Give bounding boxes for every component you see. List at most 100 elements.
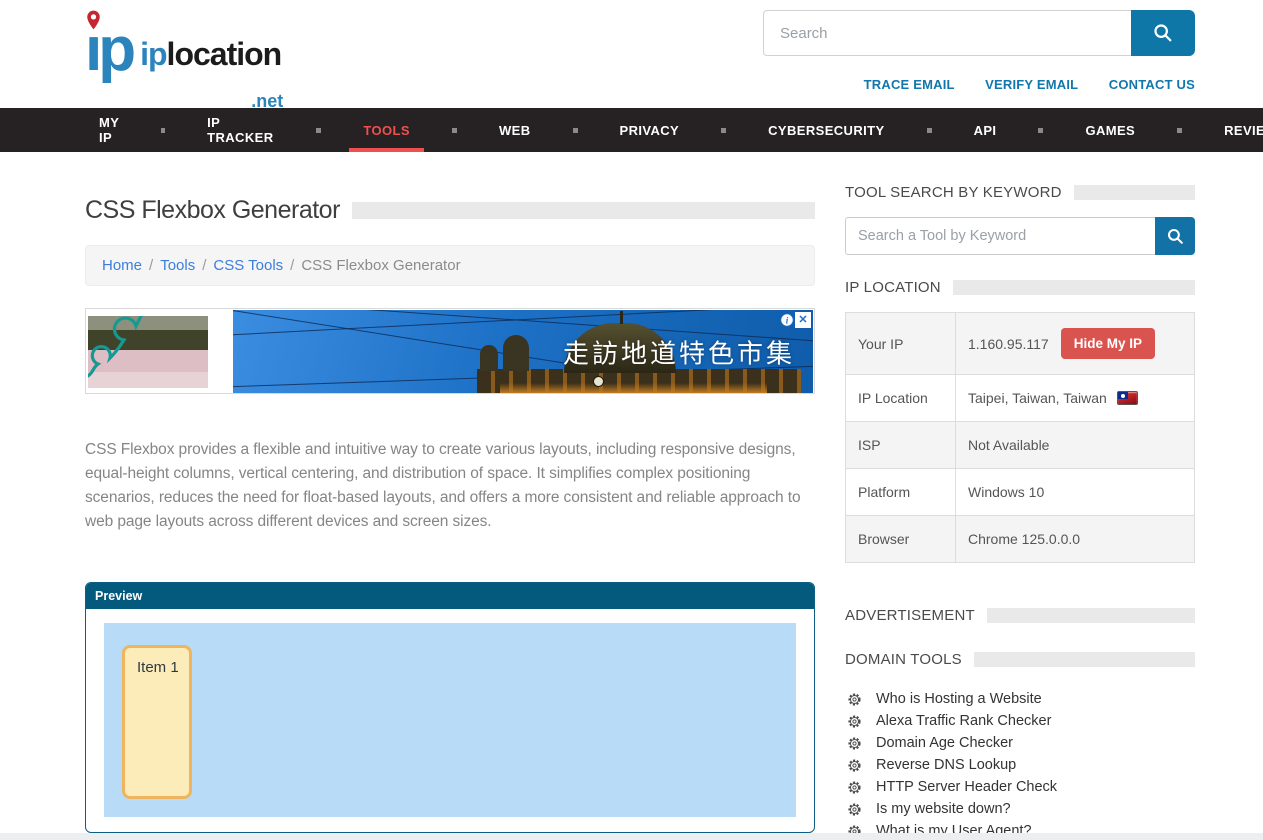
list-item: What is my User Agent? — [845, 820, 1195, 833]
page: ıp iplocation .net — [0, 0, 1263, 833]
nav-item: MY IP — [85, 108, 133, 152]
ad-main-image: 走訪地道特色市集 i ✕ — [233, 310, 813, 393]
gear-icon — [847, 714, 862, 729]
gear-icon — [847, 692, 862, 707]
breadcrumb-tools[interactable]: Tools — [160, 257, 195, 274]
ad-headline: 走訪地道特色市集 — [563, 333, 795, 370]
nav-reviews[interactable]: REVIEWS — [1210, 108, 1263, 152]
flex-item-demo: Item 1 — [122, 645, 192, 799]
nav-item: API — [899, 108, 1011, 152]
sidebar: TOOL SEARCH BY KEYWORD IP LOCATION Your … — [845, 184, 1195, 833]
flex-container-demo: Item 1 — [104, 623, 796, 817]
breadcrumb-css-tools[interactable]: CSS Tools — [213, 257, 283, 274]
domain-tool-link[interactable]: Reverse DNS Lookup — [876, 757, 1016, 773]
nav-cybersecurity[interactable]: CYBERSECURITY — [754, 108, 898, 152]
hide-my-ip-button[interactable]: Hide My IP — [1061, 328, 1155, 359]
logo-ip-mark: ıp — [85, 10, 132, 94]
nav-item: WEB — [424, 108, 545, 152]
gear-icon — [847, 758, 862, 773]
domain-tool-link[interactable]: Alexa Traffic Rank Checker — [876, 713, 1051, 729]
list-item: Reverse DNS Lookup — [845, 754, 1195, 776]
page-title: CSS Flexbox Generator — [85, 196, 815, 225]
ad-building-clock — [593, 376, 604, 387]
breadcrumb-current: CSS Flexbox Generator — [301, 257, 460, 274]
domain-tools-list: Who is Hosting a Website Alexa Traffic R… — [845, 688, 1195, 833]
search-icon — [1152, 22, 1174, 44]
domain-tools-heading: DOMAIN TOOLS — [845, 651, 1195, 668]
nav-api[interactable]: API — [960, 108, 1011, 152]
domain-tool-link[interactable]: Domain Age Checker — [876, 735, 1013, 751]
contact-us-link[interactable]: CONTACT US — [1109, 77, 1195, 92]
list-item: Is my website down? — [845, 798, 1195, 820]
nav-games[interactable]: GAMES — [1071, 108, 1149, 152]
main-navigation: MY IP IP TRACKER TOOLS WEB PRIVACY CYBER… — [0, 108, 1263, 152]
ad-building-turret — [503, 335, 529, 371]
nav-item: CYBERSECURITY — [693, 108, 898, 152]
list-item: Who is Hosting a Website — [845, 688, 1195, 710]
nav-web[interactable]: WEB — [485, 108, 545, 152]
ad-banner[interactable]: 走訪地道特色市集 i ✕ — [85, 308, 815, 394]
site-search-input[interactable] — [763, 10, 1131, 56]
nav-item: IP TRACKER — [133, 108, 288, 152]
tool-search-heading: TOOL SEARCH BY KEYWORD — [845, 184, 1195, 201]
nav-item: GAMES — [1010, 108, 1149, 152]
nav-item: REVIEWS — [1149, 108, 1263, 152]
platform-value: Windows 10 — [956, 469, 1195, 516]
gear-icon — [847, 802, 862, 817]
nav-item: TOOLS — [288, 108, 424, 152]
breadcrumb: Home/Tools/CSS Tools/CSS Flexbox Generat… — [85, 245, 815, 286]
header-utility-links: TRACE EMAIL VERIFY EMAIL CONTACT US — [763, 76, 1195, 94]
nav-tools[interactable]: TOOLS — [349, 108, 424, 152]
breadcrumb-home[interactable]: Home — [102, 257, 142, 274]
domain-tool-link[interactable]: Who is Hosting a Website — [876, 691, 1042, 707]
list-item: Domain Age Checker — [845, 732, 1195, 754]
main-column: CSS Flexbox Generator Home/Tools/CSS Too… — [85, 184, 815, 833]
site-header: ıp iplocation .net — [0, 0, 1263, 108]
gear-icon — [847, 736, 862, 751]
tool-description: CSS Flexbox provides a flexible and intu… — [85, 438, 815, 534]
flexbox-preview-panel: Preview Item 1 — [85, 582, 815, 833]
site-search — [763, 10, 1195, 56]
nav-ip-tracker[interactable]: IP TRACKER — [193, 108, 288, 152]
site-search-button[interactable] — [1131, 10, 1195, 56]
table-row: Your IP 1.160.95.117 Hide My IP — [846, 313, 1195, 375]
list-item: Alexa Traffic Rank Checker — [845, 710, 1195, 732]
preview-panel-body: Item 1 — [86, 609, 814, 832]
verify-email-link[interactable]: VERIFY EMAIL — [985, 77, 1078, 92]
nav-item: PRIVACY — [545, 108, 694, 152]
domain-tool-link[interactable]: What is my User Agent? — [876, 823, 1032, 833]
your-ip-value: 1.160.95.117 — [968, 336, 1049, 352]
nav-my-ip[interactable]: MY IP — [85, 108, 133, 152]
location-pin-icon — [86, 10, 101, 30]
ip-location-heading: IP LOCATION — [845, 279, 1195, 296]
tool-search — [845, 217, 1195, 255]
taiwan-flag-icon — [1117, 391, 1138, 405]
browser-value: Chrome 125.0.0.0 — [956, 516, 1195, 563]
gear-icon — [847, 824, 862, 834]
list-item: HTTP Server Header Check — [845, 776, 1195, 798]
ad-close-icon[interactable]: ✕ — [795, 312, 811, 328]
gear-icon — [847, 780, 862, 795]
isp-value: Not Available — [956, 422, 1195, 469]
title-decoration-bar — [352, 202, 815, 219]
trace-email-link[interactable]: TRACE EMAIL — [864, 77, 955, 92]
search-icon — [1166, 227, 1185, 246]
table-row: IP Location Taipei, Taiwan, Taiwan — [846, 375, 1195, 422]
ip-location-value: Taipei, Taiwan, Taiwan — [968, 390, 1107, 406]
tool-search-input[interactable] — [845, 217, 1155, 255]
ad-left-image — [88, 316, 208, 388]
ad-info-icon[interactable]: i — [780, 313, 793, 326]
nav-privacy[interactable]: PRIVACY — [606, 108, 694, 152]
table-row: ISP Not Available — [846, 422, 1195, 469]
domain-tool-link[interactable]: Is my website down? — [876, 801, 1011, 817]
table-row: Platform Windows 10 — [846, 469, 1195, 516]
ad-building-turret — [480, 345, 498, 371]
preview-panel-header: Preview — [86, 583, 814, 609]
domain-tool-link[interactable]: HTTP Server Header Check — [876, 779, 1057, 795]
site-logo[interactable]: ıp iplocation .net — [85, 10, 281, 94]
table-row: Browser Chrome 125.0.0.0 — [846, 516, 1195, 563]
tool-search-button[interactable] — [1155, 217, 1195, 255]
advertisement-heading: ADVERTISEMENT — [845, 607, 1195, 624]
logo-wordmark: iplocation .net — [140, 36, 281, 94]
ip-location-table: Your IP 1.160.95.117 Hide My IP IP Locat… — [845, 312, 1195, 563]
